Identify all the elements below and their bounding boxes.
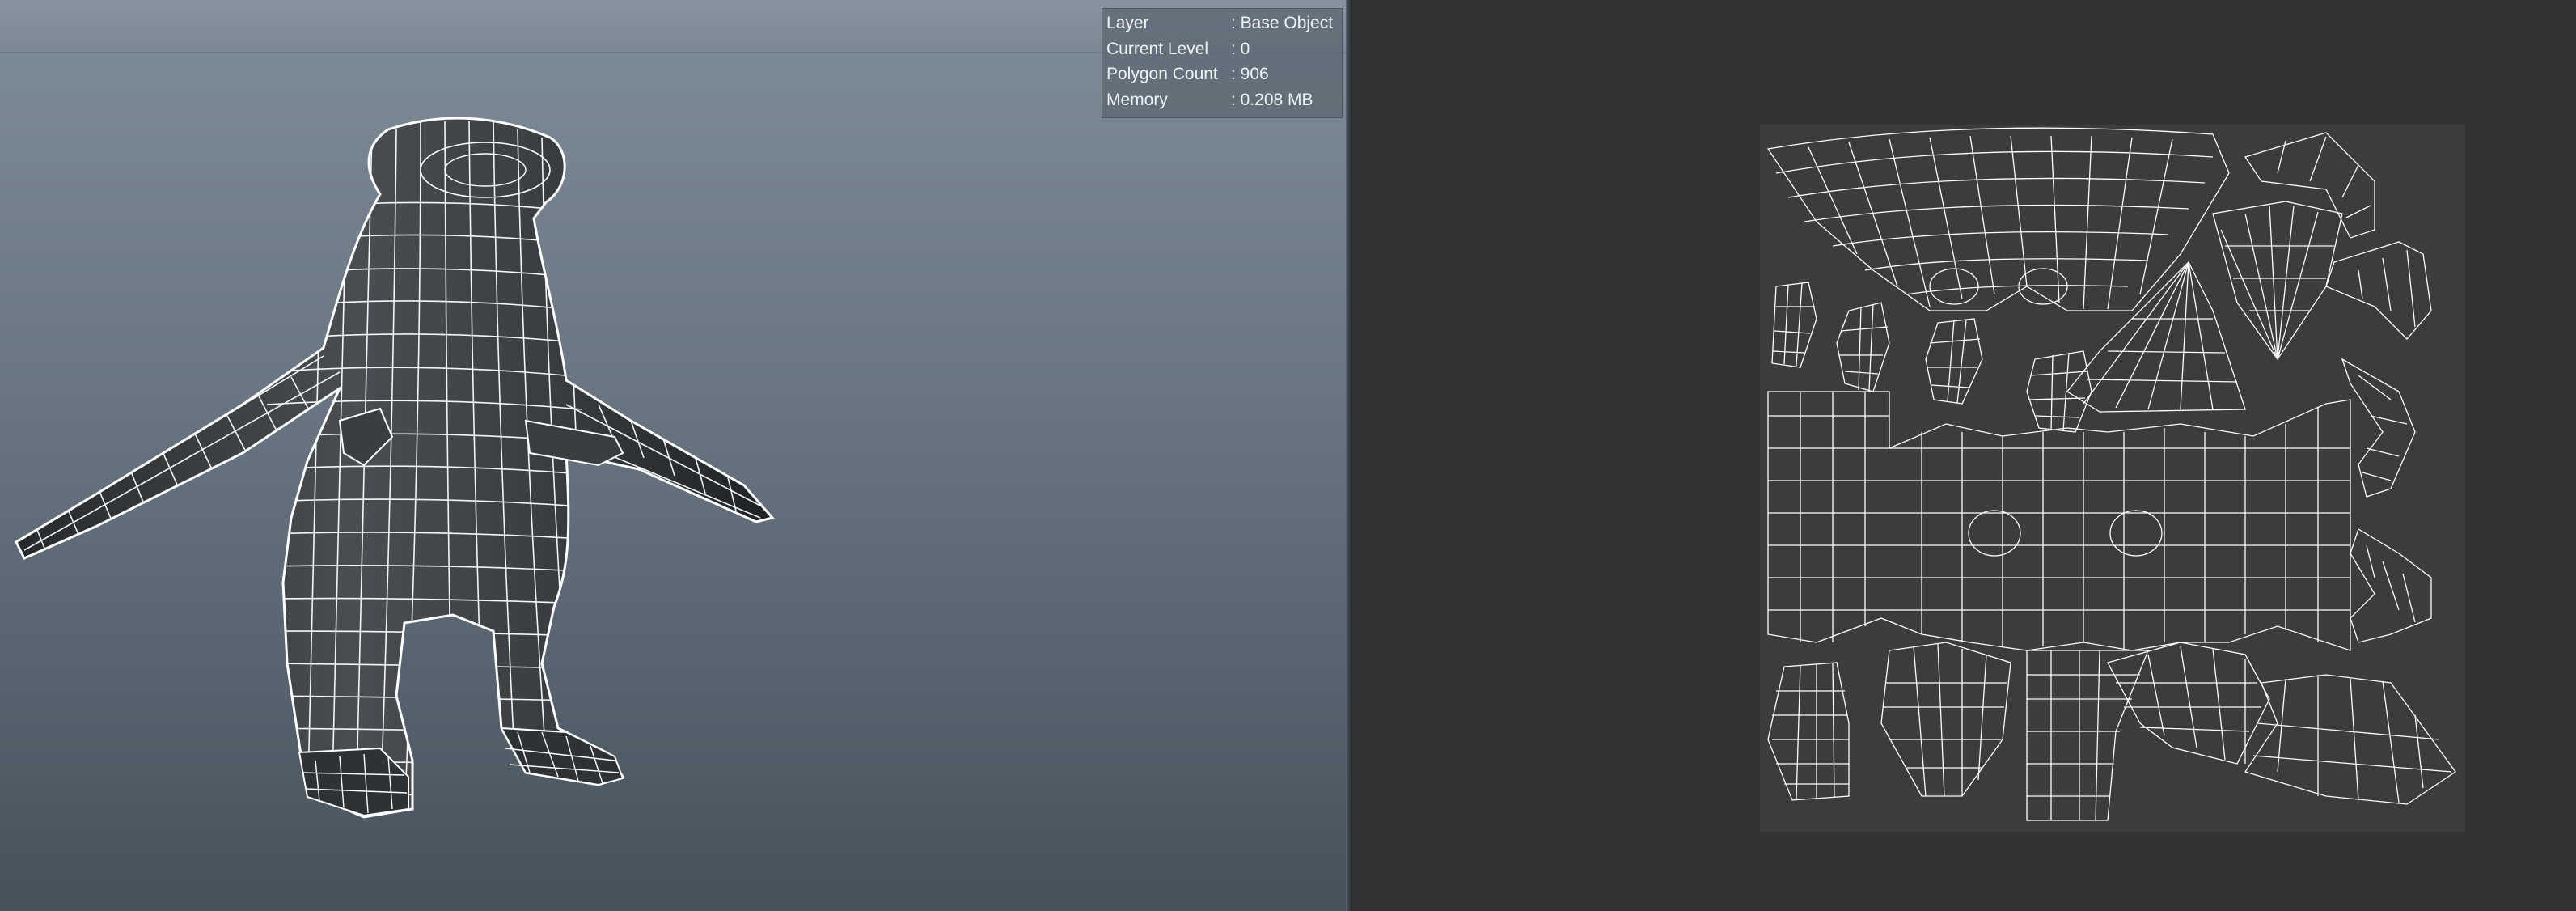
character-wireframe-model[interactable] [0, 0, 1346, 911]
uv-shell-foot-2 [2244, 674, 2456, 805]
uv-shell-hand-3 [1925, 318, 1983, 405]
right-foot [500, 727, 624, 786]
hud-row-memory: Memory : 0.208 MB [1102, 87, 1342, 113]
uv-shell-fan [2212, 201, 2343, 361]
uv-shell-spine [2026, 650, 2149, 821]
uv-shell-arm-3 [2341, 358, 2416, 498]
pane-splitter-handle[interactable] [1346, 0, 1352, 911]
hud-label: Polygon Count [1106, 65, 1218, 83]
uv-shell-hand-2 [1836, 302, 1890, 392]
uv-shell-arm-4 [2350, 528, 2432, 643]
uv-tile-0-1 [1760, 125, 2465, 832]
hud-row-polygon-count: Polygon Count : 906 [1102, 61, 1342, 87]
hud-info-panel: Layer : Base Object Current Level : 0 Po… [1102, 8, 1343, 118]
uv-shell-foot-1 [2107, 642, 2270, 765]
hud-value: : 906 [1231, 65, 1269, 83]
uv-shell-arm-1 [2244, 132, 2375, 239]
uv-shell-cone [2066, 261, 2246, 413]
uv-shell-torso-top [1766, 127, 2230, 311]
hud-label: Memory [1106, 90, 1168, 109]
hud-label: Layer [1106, 14, 1149, 32]
hud-row-layer: Layer : Base Object [1102, 11, 1342, 36]
hud-value: : 0 [1231, 39, 1250, 58]
hud-row-current-level: Current Level : 0 [1102, 36, 1342, 62]
uv-shell-leg-1 [1767, 662, 1850, 801]
uv-shell-hand-1 [1771, 282, 1817, 368]
uv-shell-hand-4 [2026, 350, 2092, 433]
hud-value: : 0.208 MB [1231, 90, 1313, 109]
uv-shell-arm-2 [2325, 241, 2432, 340]
mesh-silhouette [15, 117, 775, 819]
uv-shell-leg-2 [1880, 642, 2011, 797]
uv-editor-panel[interactable] [1352, 0, 2576, 911]
3d-viewport[interactable]: Layer : Base Object Current Level : 0 Po… [0, 0, 1346, 911]
hud-value: : Base Object [1231, 14, 1334, 32]
hud-label: Current Level [1106, 39, 1209, 58]
